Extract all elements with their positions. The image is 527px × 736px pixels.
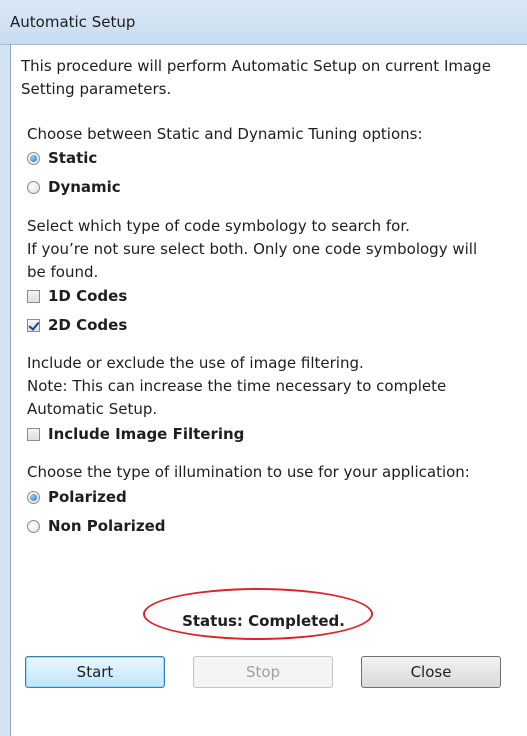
radio-polarized-label: Polarized [48, 488, 127, 506]
radio-static[interactable]: Static [27, 147, 97, 169]
symbology-prompt-line-2: If you’re not sure select both. Only one… [27, 240, 478, 258]
radio-polarized[interactable]: Polarized [27, 486, 127, 508]
radio-dynamic-label: Dynamic [48, 178, 121, 196]
radio-unselected-icon[interactable] [27, 519, 40, 533]
checkbox-2d-codes[interactable]: 2D Codes [27, 314, 127, 336]
filtering-prompt-line-1: Include or exclude the use of image filt… [27, 354, 364, 372]
radio-unselected-icon[interactable] [27, 180, 40, 194]
stop-button[interactable]: Stop [193, 656, 333, 688]
status-text: Status: Completed. [182, 612, 345, 630]
window-title: Automatic Setup [10, 13, 136, 31]
title-bar[interactable]: Automatic Setup [0, 0, 527, 45]
checkbox-1d-codes[interactable]: 1D Codes [27, 285, 127, 307]
radio-static-label: Static [48, 149, 98, 167]
start-button[interactable]: Start [25, 656, 165, 688]
filtering-prompt-line-2: Note: This can increase the time necessa… [27, 377, 447, 395]
checkbox-include-image-filtering-label: Include Image Filtering [48, 425, 245, 443]
illumination-prompt: Choose the type of illumination to use f… [27, 463, 470, 481]
filtering-prompt-line-3: Automatic Setup. [27, 400, 158, 418]
radio-selected-icon[interactable] [27, 490, 40, 504]
tuning-prompt: Choose between Static and Dynamic Tuning… [27, 125, 423, 143]
checkbox-1d-codes-label: 1D Codes [48, 287, 128, 305]
checkbox-unchecked-icon[interactable] [27, 427, 40, 441]
symbology-prompt-line-1: Select which type of code symbology to s… [27, 217, 410, 235]
checkbox-unchecked-icon[interactable] [27, 289, 40, 303]
checkbox-include-image-filtering[interactable]: Include Image Filtering [27, 423, 244, 445]
symbology-prompt-line-3: be found. [27, 263, 99, 281]
radio-non-polarized[interactable]: Non Polarized [27, 515, 166, 537]
intro-text-line-2: Setting parameters. [21, 80, 172, 98]
radio-non-polarized-label: Non Polarized [48, 517, 166, 535]
checkbox-checked-icon[interactable] [27, 318, 40, 332]
close-button[interactable]: Close [361, 656, 501, 688]
radio-selected-icon[interactable] [27, 151, 40, 165]
radio-dynamic[interactable]: Dynamic [27, 176, 121, 198]
checkbox-2d-codes-label: 2D Codes [48, 316, 128, 334]
intro-text-line-1: This procedure will perform Automatic Se… [21, 57, 491, 75]
